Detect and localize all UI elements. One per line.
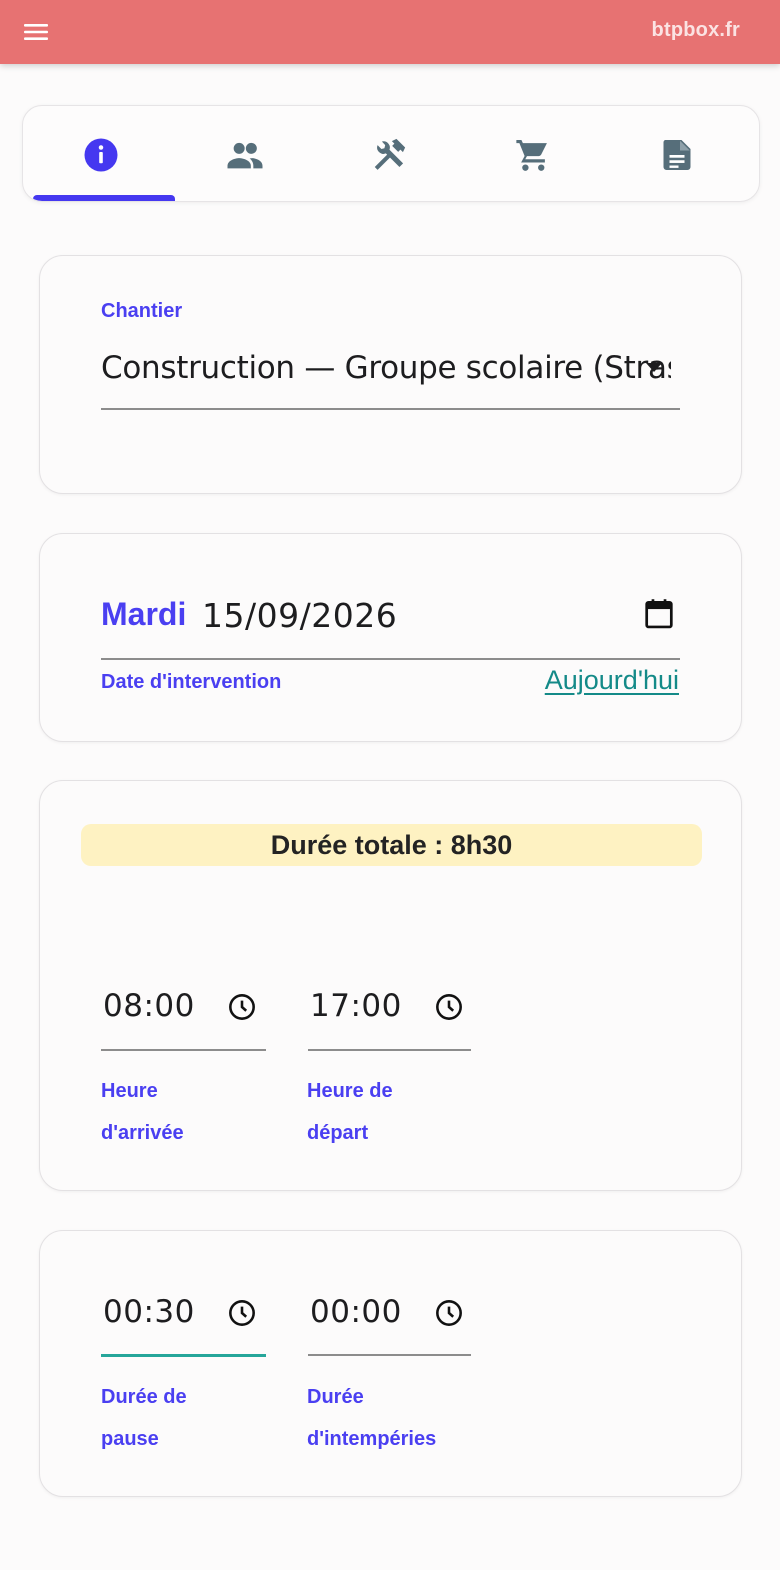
calendar-icon[interactable] [644,598,674,630]
brand-link[interactable]: btpbox.fr [652,19,740,42]
date-card: Mardi 15/09/2026 Date d'intervention Auj… [39,533,742,742]
tab-info[interactable] [29,106,173,201]
tab-people[interactable] [173,106,317,201]
date-underline [101,658,680,660]
departure-label: Heure de départ [307,1070,393,1154]
arrival-label: Heure d'arrivée [101,1070,184,1154]
pause-label: Durée de pause [101,1376,187,1460]
chantier-card: Chantier Construction — Groupe scolaire … [39,255,742,494]
dropdown-caret-icon[interactable] [646,363,662,372]
arrival-underline [101,1049,266,1051]
tab-bar [22,105,760,202]
clock-icon[interactable] [435,993,463,1021]
arrival-label-line2: d'arrivée [101,1122,184,1144]
menu-icon [24,24,48,40]
tab-cart[interactable] [461,106,605,201]
app-bar: btpbox.fr [0,0,780,64]
arrival-time-input[interactable]: 08:00 [103,988,195,1024]
clock-icon[interactable] [228,993,256,1021]
date-label: Date d'intervention [101,671,282,693]
today-link[interactable]: Aujourd'hui [545,665,679,696]
day-name: Mardi [101,596,187,632]
departure-label-line2: départ [307,1122,369,1144]
document-icon [663,139,691,170]
chantier-select[interactable]: Construction — Groupe scolaire (Strasbou… [101,350,671,386]
tab-tools[interactable] [317,106,461,201]
departure-time-input[interactable]: 17:00 [310,988,402,1024]
people-icon [227,142,263,168]
breaks-card: 00:30 Durée de pause 00:00 Durée d'intem… [39,1230,742,1497]
departure-label-line1: Heure de [307,1080,393,1102]
weather-label-line2: d'intempéries [307,1428,437,1450]
clock-icon[interactable] [435,1299,463,1327]
cart-icon [516,139,547,171]
chantier-underline [101,408,680,410]
weather-duration-input[interactable]: 00:00 [310,1294,402,1330]
pause-label-line2: pause [101,1428,159,1450]
active-tab-indicator [33,195,175,201]
hours-card: Durée totale : 8h30 08:00 Heure d'arrivé… [39,780,742,1191]
clock-icon[interactable] [228,1299,256,1327]
date-input[interactable]: 15/09/2026 [202,596,397,635]
arrival-label-line1: Heure [101,1080,158,1102]
pause-duration-input[interactable]: 00:30 [103,1294,195,1330]
total-duration-banner: Durée totale : 8h30 [81,824,702,866]
menu-button[interactable] [24,18,72,46]
weather-underline [308,1354,471,1356]
tools-icon [374,138,406,170]
pause-label-line1: Durée de [101,1386,187,1408]
weather-label-line1: Durée [307,1386,364,1408]
tab-document[interactable] [605,106,749,201]
chantier-label: Chantier [101,300,183,322]
weather-label: Durée d'intempéries [307,1376,436,1460]
info-icon [84,138,118,171]
departure-underline [308,1049,471,1051]
pause-underline-focused [101,1354,266,1357]
